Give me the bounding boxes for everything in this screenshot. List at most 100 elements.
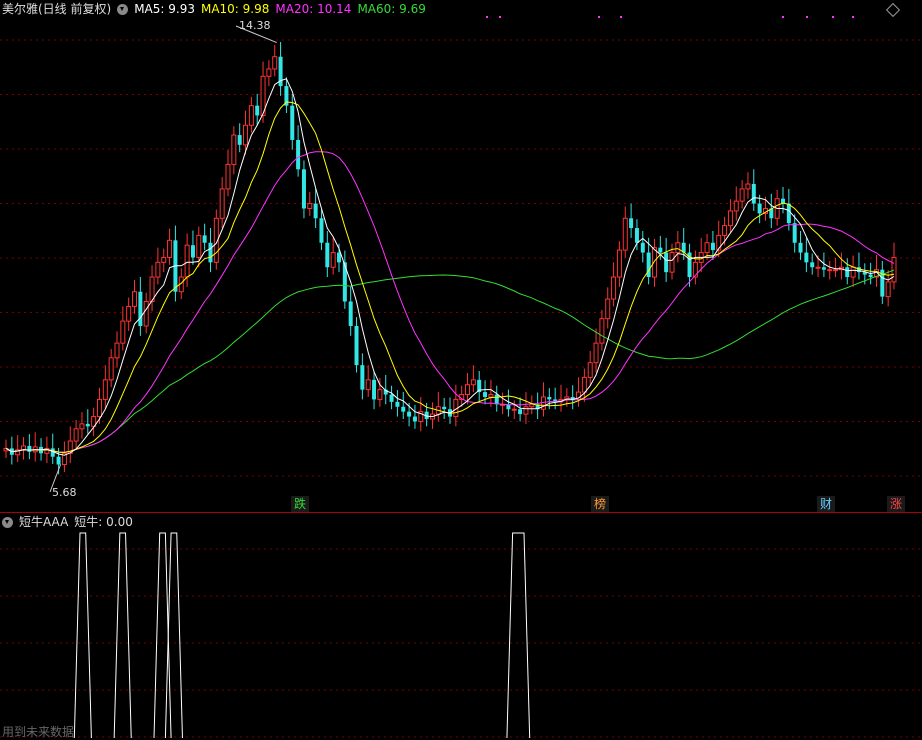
- event-dot: [486, 16, 488, 18]
- candle-body: [442, 406, 447, 410]
- candle-body: [658, 247, 663, 253]
- candle-body: [354, 325, 359, 366]
- candle-body: [208, 242, 213, 263]
- candle-body: [79, 423, 85, 430]
- candle-body: [161, 256, 167, 263]
- candle-body: [372, 379, 377, 400]
- event-dot: [620, 16, 622, 18]
- candle-body: [611, 276, 617, 300]
- candle-body: [511, 408, 517, 411]
- candle-body: [751, 184, 756, 204]
- candle-body: [412, 416, 417, 422]
- candle-body: [529, 403, 535, 408]
- candle-body: [722, 225, 728, 236]
- signal-spike: [506, 532, 531, 738]
- candle-body: [850, 266, 856, 278]
- candle-body: [675, 242, 681, 254]
- candle-body: [96, 398, 102, 418]
- candle-body: [845, 267, 850, 278]
- candle-body: [266, 68, 272, 77]
- candle-body: [196, 234, 202, 258]
- candle-body: [56, 456, 61, 465]
- candle-body: [593, 342, 599, 364]
- candle-body: [126, 305, 132, 322]
- event-tag-rise[interactable]: 涨: [887, 496, 906, 512]
- event-tag-finance[interactable]: 财: [817, 496, 836, 512]
- future-data-note: 用到未来数据: [2, 725, 75, 739]
- signal-spike: [153, 532, 172, 738]
- candle-body: [167, 239, 173, 258]
- candle-body: [470, 379, 476, 386]
- candle-body: [622, 217, 628, 251]
- candle-body: [132, 291, 138, 307]
- candle-body: [704, 242, 710, 254]
- candle-body: [710, 242, 715, 251]
- candle-body: [319, 218, 324, 243]
- candle-body: [651, 247, 657, 278]
- event-dot: [852, 16, 854, 18]
- candle-body: [494, 394, 499, 405]
- candle-body: [395, 401, 400, 407]
- candle-body: [827, 269, 833, 272]
- candle-body: [155, 261, 161, 278]
- candle-body: [202, 235, 207, 243]
- candle-body: [465, 384, 471, 396]
- candle-body: [301, 169, 306, 209]
- candle-body: [237, 135, 242, 145]
- candle-body: [27, 445, 32, 452]
- signal-spike: [113, 532, 132, 738]
- candle-body: [757, 203, 762, 214]
- candle-body: [348, 301, 353, 326]
- candle-body: [640, 242, 645, 253]
- candle-body: [313, 203, 318, 219]
- candle-body: [325, 242, 330, 268]
- candle-body: [190, 245, 195, 258]
- candle-body: [605, 298, 611, 320]
- candle-body: [243, 124, 249, 146]
- signal-spike: [73, 532, 92, 738]
- candle-body: [225, 163, 231, 190]
- candle-body: [184, 244, 190, 278]
- candle-body: [745, 183, 751, 190]
- event-tag-list[interactable]: 榜: [591, 496, 610, 512]
- candle-body: [664, 252, 669, 273]
- candle-body: [483, 392, 488, 397]
- candle-body: [330, 252, 336, 268]
- candle-body: [108, 357, 114, 381]
- candle-body: [523, 406, 529, 415]
- candle-body: [290, 105, 295, 140]
- event-dot: [782, 16, 784, 18]
- event-dot: [832, 16, 834, 18]
- candle-body: [307, 203, 313, 209]
- stock-chart-window: 美尔雅(日线 前复权) MA5: 9.93 MA10: 9.98 MA20: 1…: [0, 0, 922, 739]
- event-dot: [499, 16, 501, 18]
- candle-body: [296, 139, 301, 170]
- candle-body: [792, 223, 797, 243]
- candle-body: [73, 428, 79, 442]
- event-tag-fall[interactable]: 跌: [291, 496, 310, 512]
- low-price-label: 5.68: [52, 486, 77, 499]
- candle-body: [821, 267, 826, 270]
- candle-body: [389, 394, 394, 402]
- candle-body: [786, 203, 791, 224]
- high-price-label: 14.38: [239, 19, 271, 32]
- candle-body: [248, 105, 254, 126]
- candle-body: [547, 396, 552, 400]
- event-dot: [806, 16, 808, 18]
- candle-body: [272, 56, 278, 70]
- candle-body: [85, 423, 90, 427]
- candle-body: [231, 134, 237, 165]
- candle-body: [114, 342, 120, 359]
- candle-body: [739, 188, 745, 202]
- candle-body: [885, 281, 891, 298]
- candle-body: [629, 218, 634, 229]
- candle-body: [727, 210, 733, 227]
- candle-body: [581, 376, 587, 393]
- candle-body: [634, 228, 639, 243]
- candle-body: [815, 266, 821, 269]
- candlestick-chart: [0, 16, 922, 493]
- candle-body: [401, 406, 406, 412]
- candle-body: [138, 291, 143, 326]
- candle-body: [377, 389, 383, 400]
- candle-body: [518, 409, 523, 415]
